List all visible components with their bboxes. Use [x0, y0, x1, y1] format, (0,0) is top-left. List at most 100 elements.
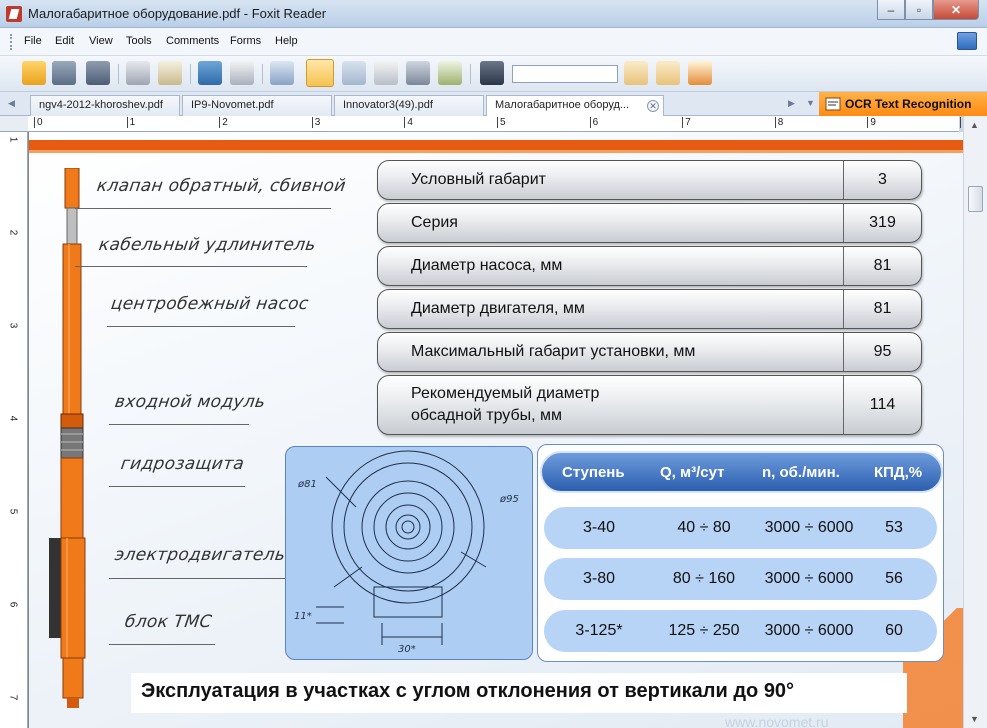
leader-line [109, 644, 215, 645]
spec-key: Диаметр двигателя, мм [411, 300, 585, 317]
diameter-81-label: ø81 [297, 479, 317, 490]
toolbar-separator [470, 64, 471, 84]
text-select-icon[interactable] [374, 61, 398, 85]
ruler-tick-label: 8 [774, 117, 783, 128]
leader-line [75, 266, 307, 267]
website-url: www.novomet.ru [725, 714, 829, 728]
table-row: 3-125* 125 ÷ 250 3000 ÷ 6000 60 [544, 610, 937, 652]
next-result-icon[interactable] [656, 61, 680, 85]
menu-tools[interactable]: Tools [126, 35, 152, 47]
tab-ngv4[interactable]: ngv4-2012-khoroshev.pdf [30, 95, 180, 116]
toolbar-separator [118, 64, 119, 84]
pdf-page[interactable]: клапан обратный, сбивной кабельный удлин… [28, 132, 963, 728]
label-cable-extension: кабельный удлинитель [97, 235, 318, 255]
foxit-app-icon[interactable] [6, 6, 22, 22]
cell-stage: 3-125* [575, 622, 623, 639]
vertical-scrollbar[interactable]: ▲ ▼ [963, 116, 987, 728]
spec-key: Серия [411, 214, 458, 231]
hand-tool-icon[interactable] [306, 59, 334, 87]
spec-row: Рекомендуемый диаметр обсадной трубы, мм… [377, 375, 922, 435]
search-input[interactable] [512, 65, 618, 83]
spec-value: 95 [873, 343, 892, 360]
toolbar [0, 56, 987, 92]
header-efficiency: КПД,% [874, 463, 923, 481]
menu-forms[interactable]: Forms [230, 35, 261, 47]
menu-view[interactable]: View [89, 35, 113, 47]
ruler-tick-label: 2 [219, 117, 228, 128]
spec-row: Серия 319 [377, 203, 922, 243]
ruler-tick-label: 4 [404, 117, 413, 128]
diameter-95-label: ø95 [499, 494, 519, 505]
scroll-up-icon[interactable]: ▲ [970, 120, 979, 130]
ruler-tick-label: 1 [126, 117, 135, 128]
menu-edit[interactable]: Edit [55, 35, 74, 47]
title-bar: Малогабаритное оборудование.pdf - Foxit … [0, 0, 987, 28]
prev-result-icon[interactable] [624, 61, 648, 85]
fullscreen-icon[interactable] [198, 61, 222, 85]
menu-grip[interactable] [10, 34, 14, 50]
cell-stage: 3-80 [582, 570, 616, 587]
cell-flow: 40 ÷ 80 [677, 519, 731, 536]
leader-line [109, 424, 249, 425]
snapshot-select-icon[interactable] [270, 61, 294, 85]
tab-ip9[interactable]: IP9-Novomet.pdf [182, 95, 332, 116]
save-icon[interactable] [52, 61, 76, 85]
window-title: Малогабаритное оборудование.pdf - Foxit … [28, 6, 327, 21]
ruler-tick-label: 6 [589, 117, 598, 128]
ruler-tick-label: 5 [497, 117, 506, 128]
close-button[interactable]: ✕ [933, 0, 979, 20]
orange-header-stripe [29, 140, 963, 150]
cross-section-svg: ø81 ø95 11* 30* [294, 450, 519, 655]
horizontal-ruler[interactable]: 01234567891 [28, 116, 969, 132]
table-row: 3-80 80 ÷ 160 3000 ÷ 6000 56 [544, 558, 937, 600]
restore-document-icon[interactable] [957, 32, 977, 50]
ruler-tick-label: 9 [867, 117, 876, 128]
performance-table-header: Ступень Q, м³/сут n, об./мин. КПД,% [540, 451, 943, 493]
open-icon[interactable] [22, 61, 46, 85]
tab-malogabaritnoe[interactable]: Малогабаритное оборуд... ✕ [486, 95, 664, 116]
ruler-tick-label: 1 [7, 136, 19, 143]
email-icon[interactable] [158, 61, 182, 85]
menu-bar: File Edit View Tools Comments Forms Help [0, 28, 987, 56]
tab-innovator[interactable]: Innovator3(49).pdf [334, 95, 484, 116]
cell-efficiency: 53 [885, 519, 903, 536]
highlight-icon[interactable] [688, 61, 712, 85]
save-as-icon[interactable] [86, 61, 110, 85]
spec-value: 3 [878, 171, 887, 188]
tab-scroll-right-icon[interactable]: ▶ [788, 98, 795, 109]
typewriter-icon[interactable] [438, 61, 462, 85]
ruler-tick-label: 6 [7, 601, 19, 608]
label-tms-block: блок ТМС [123, 612, 214, 632]
binoculars-icon[interactable] [480, 61, 504, 85]
cell-flow: 80 ÷ 160 [672, 570, 736, 587]
menu-file[interactable]: File [24, 35, 42, 47]
cell-efficiency: 60 [885, 622, 903, 639]
toolbar-separator [262, 64, 263, 84]
toolbar-separator [190, 64, 191, 84]
tab-scroll-left-icon[interactable]: ◀ [8, 98, 15, 109]
leader-line [109, 486, 245, 487]
spec-row: Условный габарит 3 [377, 160, 922, 200]
header-rpm: n, об./мин. [762, 463, 840, 481]
tab-close-icon[interactable]: ✕ [647, 100, 659, 112]
tab-list-icon[interactable]: ▼ [806, 98, 815, 108]
find-text-icon[interactable] [230, 61, 254, 85]
print-icon[interactable] [126, 61, 150, 85]
width-label: 30* [398, 644, 416, 655]
scroll-down-icon[interactable]: ▼ [970, 714, 979, 724]
menu-help[interactable]: Help [275, 35, 298, 47]
maximize-button[interactable]: ▫ [905, 0, 933, 20]
menu-comments[interactable]: Comments [166, 35, 219, 47]
ocr-text-recognition-button[interactable]: OCR Text Recognition [819, 92, 987, 116]
select-arrow-icon[interactable] [342, 61, 366, 85]
label-intake-module: входной модуль [113, 392, 267, 412]
ruler-corner [0, 116, 28, 132]
camera-icon[interactable] [406, 61, 430, 85]
scroll-thumb[interactable] [968, 186, 983, 212]
ruler-tick-label: 7 [7, 694, 19, 701]
document-tab-bar: ◀ ngv4-2012-khoroshev.pdf IP9-Novomet.pd… [0, 92, 987, 116]
performance-table: Ступень Q, м³/сут n, об./мин. КПД,% 3-40… [537, 444, 944, 662]
minimize-button[interactable]: – [877, 0, 905, 20]
footer-banner: Эксплуатация в участках с углом отклонен… [131, 673, 907, 713]
vertical-ruler[interactable]: 1 2 3 4 5 6 7 [0, 132, 28, 728]
